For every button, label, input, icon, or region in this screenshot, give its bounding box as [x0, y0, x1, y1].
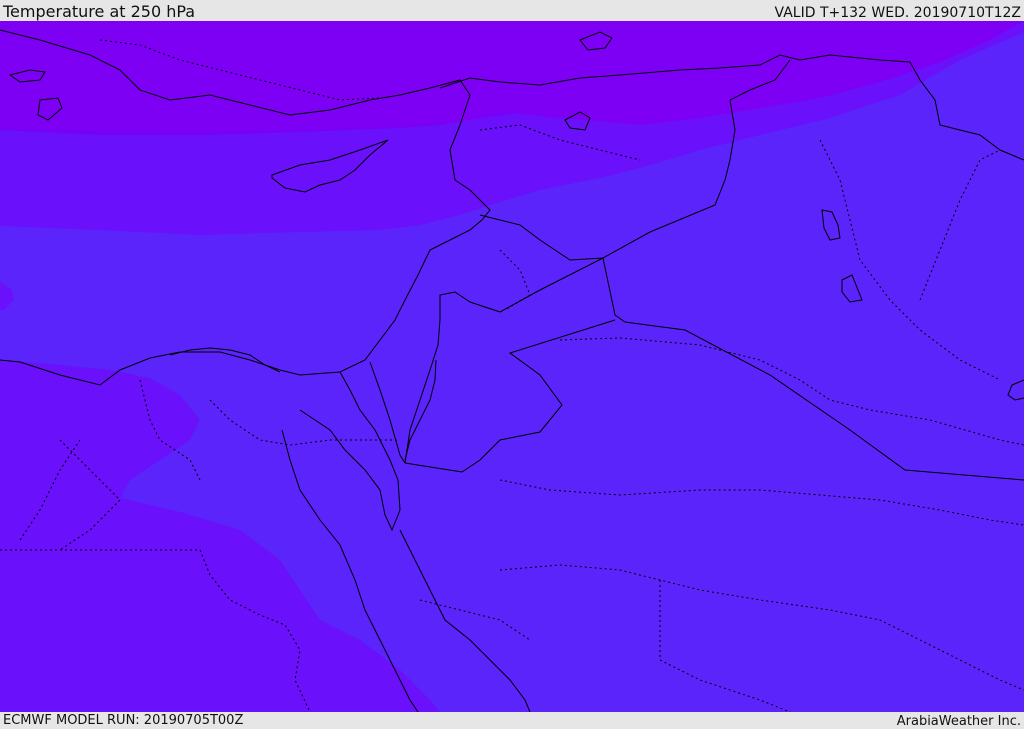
- model-run: ECMWF MODEL RUN: 20190705T00Z: [3, 713, 244, 728]
- map-title: Temperature at 250 hPa: [3, 2, 196, 21]
- footer-bar: ECMWF MODEL RUN: 20190705T00Z ArabiaWeat…: [0, 712, 1024, 729]
- header-bar: Temperature at 250 hPa VALID T+132 WED. …: [0, 0, 1024, 21]
- credit-text: ArabiaWeather Inc.: [896, 714, 1021, 729]
- valid-time: VALID T+132 WED. 20190710T12Z: [774, 5, 1021, 21]
- map-canvas: [0, 21, 1024, 712]
- temperature-map[interactable]: [0, 21, 1024, 712]
